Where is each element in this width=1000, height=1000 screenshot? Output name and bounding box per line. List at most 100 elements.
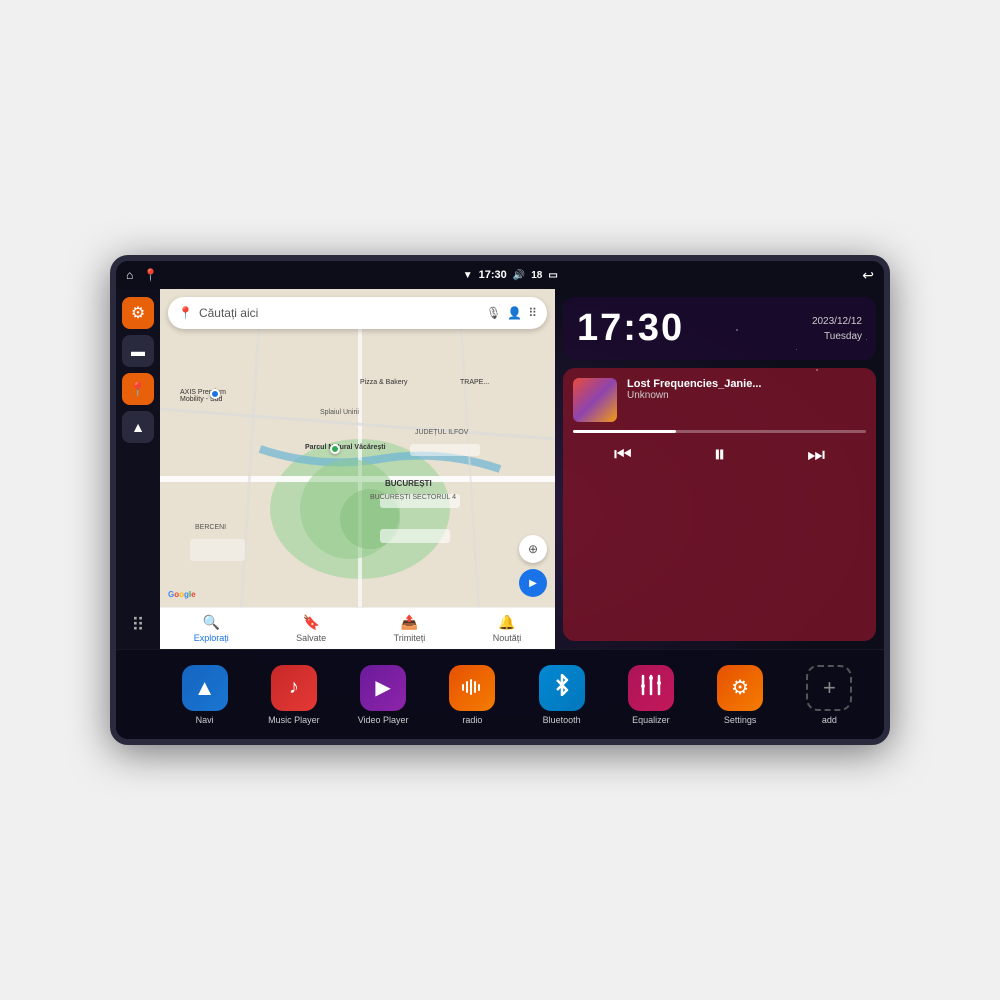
clock-date: 2023/12/12 — [812, 314, 862, 329]
home-icon[interactable]: ⌂ — [126, 268, 133, 282]
music-artist: Unknown — [627, 390, 866, 401]
equalizer-label: Equalizer — [632, 715, 670, 725]
news-icon: 🔔 — [498, 614, 515, 631]
status-bar-right: ↩ — [862, 267, 874, 284]
music-app-label: Music Player — [268, 715, 320, 725]
map-label-sector4: BUCUREȘTI SECTORUL 4 — [370, 494, 456, 501]
right-panel: 17:30 2023/12/12 Tuesday Lost Frequencie… — [555, 289, 884, 649]
map-nav-send-label: Trimiteți — [394, 633, 426, 643]
map-nav-explore[interactable]: 🔍 Explorați — [194, 614, 229, 643]
nav-arrow-icon: ▲ — [131, 419, 145, 435]
sidebar: ⚙ ▬ 📍 ▲ ⠿ — [116, 289, 160, 649]
equalizer-icon — [628, 665, 674, 711]
map-location-button[interactable]: ⊕ — [519, 535, 547, 563]
map-nav-saved-label: Salvate — [296, 633, 326, 643]
maps-nav-icon[interactable]: 📍 — [143, 268, 158, 282]
app-item-video[interactable]: ▶ Video Player — [348, 665, 418, 725]
app-item-radio[interactable]: radio — [437, 665, 507, 725]
saved-icon: 🔖 — [302, 614, 319, 631]
map-search-bar[interactable]: 📍 Căutați aici 🎙 👤 ⠿ — [168, 297, 547, 329]
app-item-add[interactable]: + add — [794, 665, 864, 725]
navi-symbol: ▲ — [194, 675, 216, 701]
map-label-splaiul: Splaiul Unirii — [320, 409, 359, 416]
map-label-pizza: Pizza & Bakery — [360, 379, 407, 386]
status-time: 17:30 — [479, 269, 507, 281]
clock-widget: 17:30 2023/12/12 Tuesday — [563, 297, 876, 360]
device-frame: ⌂ 📍 ▼ 17:30 🔊 18 ▭ ↩ ⚙ ▬ — [110, 255, 890, 745]
video-label: Video Player — [358, 715, 409, 725]
music-art-image — [573, 378, 617, 422]
settings-app-icon: ⚙ — [717, 665, 763, 711]
send-icon: 📤 — [401, 614, 418, 631]
app-item-navi[interactable]: ▲ Navi — [170, 665, 240, 725]
play-icon: ▶ — [529, 578, 537, 589]
radio-label: radio — [462, 715, 482, 725]
bluetooth-symbol — [551, 674, 573, 702]
clock-time: 17:30 — [577, 307, 684, 350]
wifi-icon: ▼ — [463, 270, 473, 281]
map-background — [160, 289, 555, 649]
sidebar-item-maps[interactable]: 📍 — [122, 373, 154, 405]
map-start-button[interactable]: ▶ — [519, 569, 547, 597]
app-item-music[interactable]: ♪ Music Player — [259, 665, 329, 725]
music-pause-button[interactable]: ⏸ — [713, 441, 725, 469]
map-nav-send[interactable]: 📤 Trimiteți — [394, 614, 426, 643]
map-label-parcnat: Parcul Natural Văcărești — [305, 444, 386, 451]
map-search-placeholder: Căutați aici — [199, 306, 480, 320]
app-item-equalizer[interactable]: Equalizer — [616, 665, 686, 725]
map-nav-saved[interactable]: 🔖 Salvate — [296, 614, 326, 643]
video-symbol: ▶ — [375, 675, 390, 700]
add-icon: + — [806, 665, 852, 711]
eq-symbol — [640, 674, 662, 702]
app-row: ▲ Navi ♪ Music Player ▶ Video Player — [116, 649, 884, 739]
map-pin-parcnat[interactable] — [330, 444, 340, 454]
map-nav-news[interactable]: 🔔 Noutăți — [493, 614, 522, 643]
explore-icon: 🔍 — [203, 614, 220, 631]
add-label: add — [822, 715, 837, 725]
add-symbol: + — [823, 675, 836, 701]
mic-icon[interactable]: 🎙 — [486, 306, 501, 320]
files-icon: ▬ — [131, 343, 145, 359]
bluetooth-label: Bluetooth — [543, 715, 581, 725]
app-item-settings[interactable]: ⚙ Settings — [705, 665, 775, 725]
sidebar-item-settings[interactable]: ⚙ — [122, 297, 154, 329]
map-search-actions: 🎙 👤 ⠿ — [486, 306, 537, 320]
map-container[interactable]: BUCUREȘTI BUCUREȘTI SECTORUL 4 BERCENI J… — [160, 289, 555, 649]
grid-icon: ⠿ — [131, 616, 144, 634]
status-bar-left: ⌂ 📍 — [126, 268, 158, 282]
bluetooth-icon — [539, 665, 585, 711]
music-info: Lost Frequencies_Janie... Unknown — [627, 378, 866, 401]
radio-icon — [449, 665, 495, 711]
music-app-icon: ♪ — [271, 665, 317, 711]
map-nav-news-label: Noutăți — [493, 633, 522, 643]
map-label-ilfov: JUDEȚUL ILFOV — [415, 429, 468, 436]
crosshair-icon: ⊕ — [528, 542, 538, 556]
status-bar: ⌂ 📍 ▼ 17:30 🔊 18 ▭ ↩ — [116, 261, 884, 289]
map-nav-explore-label: Explorați — [194, 633, 229, 643]
music-progress-fill — [573, 430, 676, 433]
settings-label: Settings — [724, 715, 757, 725]
map-pin-axis[interactable] — [210, 389, 220, 399]
battery-icon: ▭ — [548, 270, 557, 281]
map-bottom-nav: 🔍 Explorați 🔖 Salvate 📤 Trimiteți 🔔 Nout… — [160, 607, 555, 649]
upper-area: ⚙ ▬ 📍 ▲ ⠿ — [116, 289, 884, 649]
music-prev-button[interactable]: ⏮ — [614, 444, 632, 467]
main-content: ⚙ ▬ 📍 ▲ ⠿ — [116, 289, 884, 739]
all-apps-button[interactable]: ⠿ — [122, 609, 154, 641]
navi-label: Navi — [196, 715, 214, 725]
settings-icon: ⚙ — [131, 303, 145, 323]
google-logo: Google — [168, 590, 196, 599]
map-label-berceni: BERCENI — [195, 524, 226, 531]
music-symbol: ♪ — [289, 676, 299, 699]
sidebar-item-navi[interactable]: ▲ — [122, 411, 154, 443]
sidebar-item-files[interactable]: ▬ — [122, 335, 154, 367]
music-progress-track[interactable] — [573, 430, 866, 433]
music-widget[interactable]: Lost Frequencies_Janie... Unknown ⏮ ⏸ ⏭ — [563, 368, 876, 641]
profile-icon[interactable]: 👤 — [507, 306, 522, 320]
music-next-button[interactable]: ⏭ — [807, 444, 825, 467]
clock-date-info: 2023/12/12 Tuesday — [812, 314, 862, 344]
status-bar-center: ▼ 17:30 🔊 18 ▭ — [463, 269, 558, 281]
back-icon[interactable]: ↩ — [862, 267, 874, 284]
settings-dots-icon[interactable]: ⠿ — [528, 306, 537, 320]
app-item-bluetooth[interactable]: Bluetooth — [527, 665, 597, 725]
